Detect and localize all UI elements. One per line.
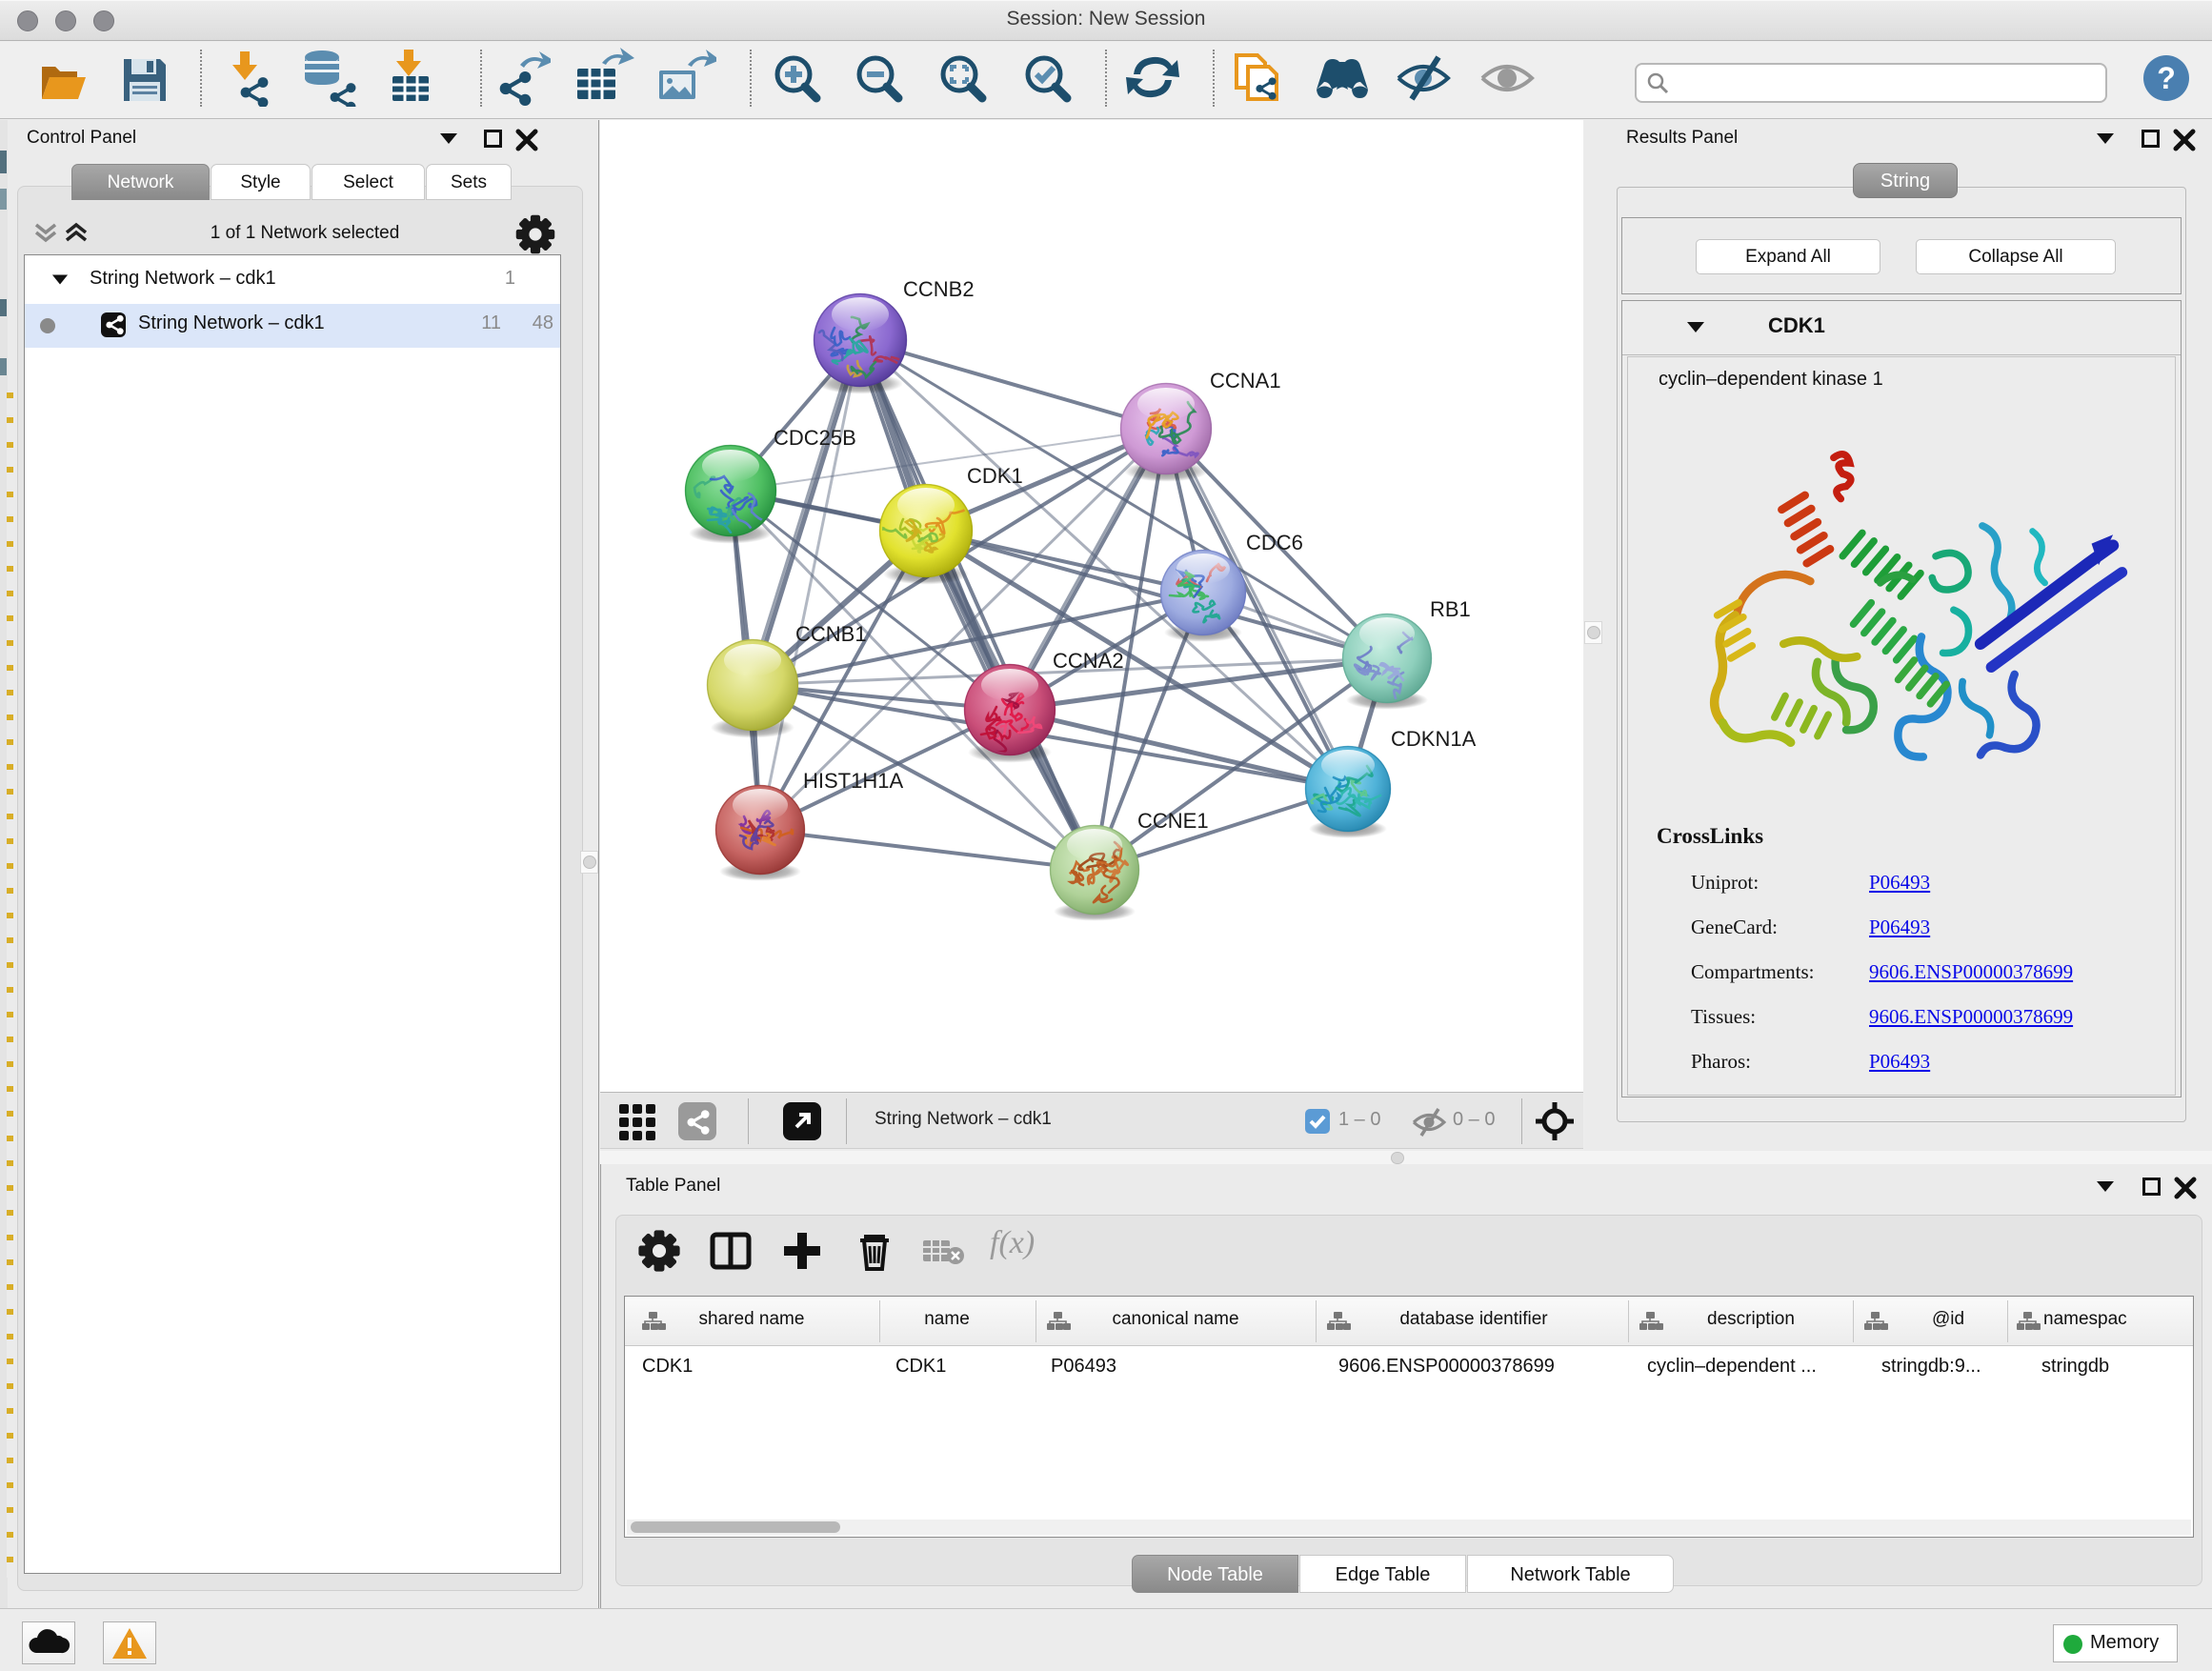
svg-text:RB1: RB1 <box>1430 597 1471 621</box>
svg-text:CCNA1: CCNA1 <box>1210 369 1281 393</box>
svg-text:HIST1H1A: HIST1H1A <box>803 769 903 793</box>
svg-text:CCNE1: CCNE1 <box>1137 809 1209 833</box>
svg-text:CDK1: CDK1 <box>967 464 1023 488</box>
svg-text:CCNB2: CCNB2 <box>903 277 975 301</box>
svg-text:CDKN1A: CDKN1A <box>1391 727 1477 751</box>
svg-text:CDC25B: CDC25B <box>774 426 856 450</box>
svg-text:CCNB1: CCNB1 <box>795 622 867 646</box>
svg-text:CCNA2: CCNA2 <box>1053 649 1124 673</box>
svg-text:CDC6: CDC6 <box>1246 531 1303 554</box>
